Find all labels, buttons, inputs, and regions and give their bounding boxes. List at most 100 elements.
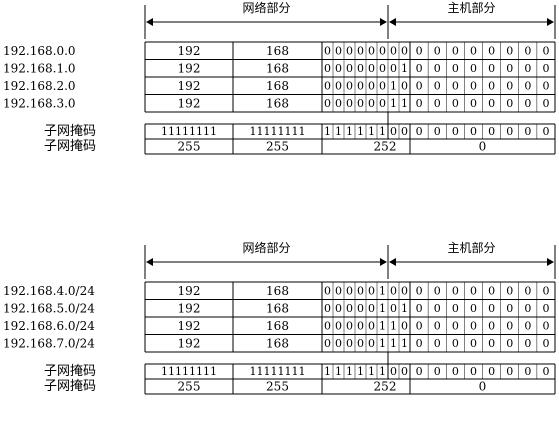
octet4-bit: 0 bbox=[524, 97, 531, 110]
mask-octet4-bit: 0 bbox=[488, 125, 495, 138]
address-label: 192.168.4.0/24 bbox=[3, 284, 95, 298]
mask-octet3-bit: 0 bbox=[401, 125, 408, 138]
octet4-bit: 0 bbox=[452, 44, 459, 57]
octet4-bit: 0 bbox=[488, 79, 495, 92]
octet1-value: 192 bbox=[178, 284, 201, 298]
mask-octet3-bit: 1 bbox=[368, 125, 375, 138]
octet1-value: 192 bbox=[178, 96, 201, 110]
octet3-bit: 0 bbox=[401, 319, 408, 332]
mask-octet4-bit: 0 bbox=[452, 125, 459, 138]
octet3-bit: 0 bbox=[357, 284, 364, 297]
octet4-bit: 0 bbox=[488, 319, 495, 332]
octet3-bit: 0 bbox=[324, 97, 331, 110]
octet1-value: 192 bbox=[178, 79, 201, 93]
address-label: 192.168.7.0/24 bbox=[3, 336, 95, 350]
mask-octet3-bit: 1 bbox=[324, 125, 331, 138]
octet3-bit: 0 bbox=[324, 319, 331, 332]
octet3-bit: 0 bbox=[379, 79, 386, 92]
octet3-bit: 0 bbox=[368, 284, 375, 297]
octet3-bit: 0 bbox=[324, 302, 331, 315]
octet4-bit: 0 bbox=[524, 319, 531, 332]
subnet-section-1: 网络部分 主机部分192.168.0.0 192 168 0 0 0 0 0 0 0 0 0 0 0 0 0 0 0… bbox=[3, 0, 556, 155]
octet3-bit: 0 bbox=[335, 79, 342, 92]
octet3-bit: 0 bbox=[346, 337, 353, 350]
octet3-bit: 0 bbox=[379, 62, 386, 75]
octet3-bit: 0 bbox=[357, 44, 364, 57]
octet4-bit: 0 bbox=[506, 337, 513, 350]
octet3-bit: 0 bbox=[346, 62, 353, 75]
mask-octet4-decimal: 0 bbox=[479, 140, 487, 154]
network-arrow-right-head bbox=[380, 18, 387, 26]
octet3-bit: 0 bbox=[379, 97, 386, 110]
octet4-bit: 0 bbox=[488, 302, 495, 315]
address-label: 192.168.3.0 bbox=[3, 96, 76, 110]
mask-octet1-binary: 11111111 bbox=[161, 125, 217, 138]
octet4-bit: 0 bbox=[416, 284, 423, 297]
octet4-bit: 0 bbox=[488, 337, 495, 350]
octet4-bit: 0 bbox=[524, 62, 531, 75]
octet3-bit: 0 bbox=[335, 97, 342, 110]
mask-octet3-bit: 0 bbox=[401, 365, 408, 378]
octet3-bit: 0 bbox=[357, 97, 364, 110]
octet4-bit: 0 bbox=[470, 302, 477, 315]
octet4-bit: 0 bbox=[488, 44, 495, 57]
octet4-bit: 0 bbox=[542, 319, 549, 332]
mask-octet4-bit: 0 bbox=[416, 365, 423, 378]
octet4-bit: 0 bbox=[452, 62, 459, 75]
octet3-bit: 0 bbox=[390, 62, 397, 75]
octet3-bit: 0 bbox=[368, 62, 375, 75]
mask-octet4-bit: 0 bbox=[416, 125, 423, 138]
host-arrow-right-head bbox=[547, 18, 554, 26]
octet3-bit: 1 bbox=[390, 319, 397, 332]
host-arrow-right-head bbox=[547, 258, 554, 266]
octet3-bit: 0 bbox=[346, 97, 353, 110]
octet4-bit: 0 bbox=[506, 319, 513, 332]
mask-octet3-bit: 1 bbox=[379, 365, 386, 378]
host-arrow-left-head bbox=[389, 18, 396, 26]
octet4-bit: 0 bbox=[470, 62, 477, 75]
octet3-bit: 0 bbox=[346, 319, 353, 332]
octet4-bit: 0 bbox=[416, 337, 423, 350]
octet2-value: 168 bbox=[266, 301, 289, 315]
octet4-bit: 0 bbox=[470, 319, 477, 332]
octet4-bit: 0 bbox=[416, 319, 423, 332]
octet3-bit: 0 bbox=[346, 284, 353, 297]
octet2-value: 168 bbox=[266, 61, 289, 75]
mask-octet3-bit: 0 bbox=[390, 365, 397, 378]
octet2-value: 168 bbox=[266, 284, 289, 298]
octet3-bit: 1 bbox=[390, 97, 397, 110]
octet3-bit: 0 bbox=[335, 62, 342, 75]
octet4-bit: 0 bbox=[542, 284, 549, 297]
octet3-bit: 0 bbox=[346, 44, 353, 57]
octet1-value: 192 bbox=[178, 336, 201, 350]
mask-octet4-bit: 0 bbox=[506, 365, 513, 378]
octet3-bit: 0 bbox=[368, 302, 375, 315]
octet3-bit: 0 bbox=[368, 319, 375, 332]
mask-octet2-decimal: 255 bbox=[266, 380, 289, 394]
subnet-mask-label: 子网掩码 bbox=[44, 124, 96, 139]
octet3-bit: 0 bbox=[368, 97, 375, 110]
mask-octet2-binary: 11111111 bbox=[250, 125, 306, 138]
octet3-bit: 0 bbox=[324, 79, 331, 92]
octet4-bit: 0 bbox=[434, 284, 441, 297]
mask-octet3-bit: 1 bbox=[357, 365, 364, 378]
octet3-bit: 1 bbox=[401, 337, 408, 350]
octet1-value: 192 bbox=[178, 301, 201, 315]
octet3-bit: 0 bbox=[357, 79, 364, 92]
network-arrow-left-head bbox=[146, 18, 153, 26]
octet4-bit: 0 bbox=[434, 302, 441, 315]
octet4-bit: 0 bbox=[416, 62, 423, 75]
octet4-bit: 0 bbox=[470, 79, 477, 92]
mask-octet4-decimal: 0 bbox=[479, 380, 487, 394]
octet4-bit: 0 bbox=[434, 337, 441, 350]
octet3-bit: 1 bbox=[390, 79, 397, 92]
octet3-bit: 1 bbox=[401, 302, 408, 315]
octet3-bit: 0 bbox=[368, 44, 375, 57]
octet4-bit: 0 bbox=[470, 97, 477, 110]
octet3-bit: 1 bbox=[390, 337, 397, 350]
mask-octet3-bit: 1 bbox=[324, 365, 331, 378]
octet4-bit: 0 bbox=[452, 284, 459, 297]
octet2-value: 168 bbox=[266, 79, 289, 93]
octet4-bit: 0 bbox=[452, 319, 459, 332]
mask-octet3-bit: 0 bbox=[390, 125, 397, 138]
